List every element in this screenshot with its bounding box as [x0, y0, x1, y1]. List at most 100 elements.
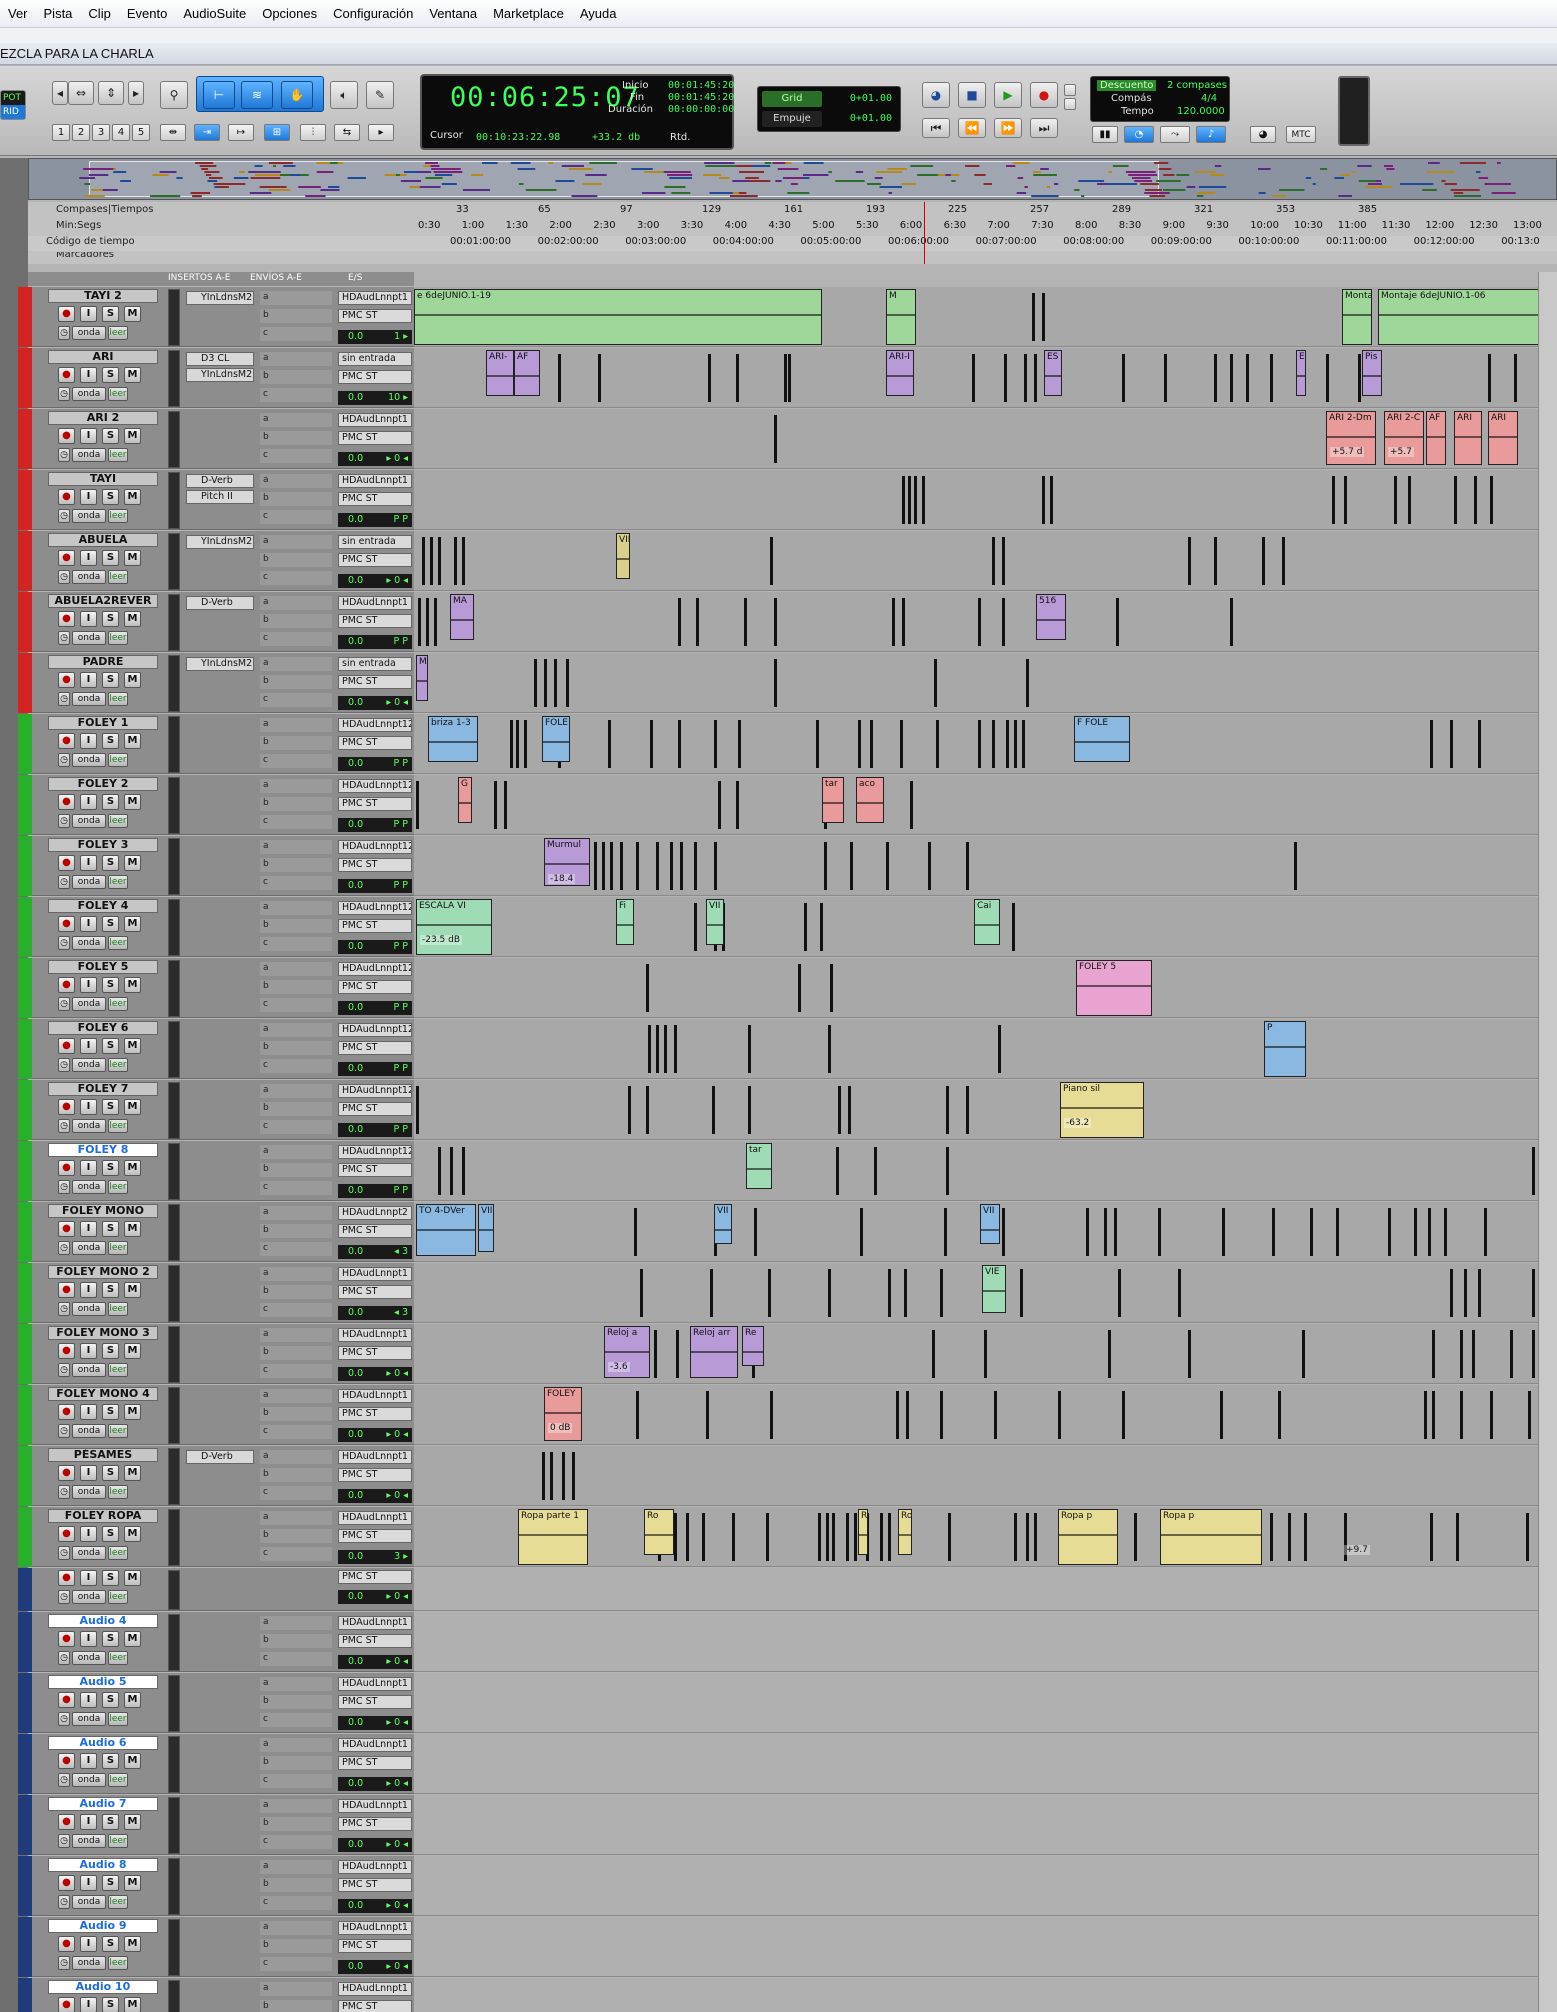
ffr-toggle[interactable] [1064, 98, 1076, 110]
solo-button[interactable]: S [102, 1997, 119, 2012]
clip-edge-mark[interactable] [462, 537, 465, 585]
record-arm-button[interactable]: ● [58, 1936, 75, 1952]
track-view-selector[interactable]: onda [72, 1302, 106, 1316]
track-lane[interactable] [414, 1446, 1557, 1506]
audio-clip[interactable]: VII [706, 899, 724, 945]
volume-pan-readout[interactable]: 0.0 ▸ 0 ◂ [338, 1899, 412, 1913]
track-name[interactable]: Audio 4 [48, 1614, 158, 1628]
clip-edge-mark[interactable] [1134, 1513, 1137, 1561]
timebase-icon[interactable]: ◷ [58, 1485, 70, 1499]
output-selector[interactable]: PMC ST [338, 736, 412, 750]
clip-edge-mark[interactable] [1086, 1208, 1089, 1256]
clip-edge-mark[interactable] [824, 842, 827, 890]
solo-button[interactable]: S [102, 855, 119, 871]
audio-clip[interactable]: tar [822, 777, 844, 823]
track-name[interactable]: FOLEY MONO 2 [48, 1265, 158, 1279]
clip-edge-mark[interactable] [1432, 1391, 1435, 1439]
track-name[interactable]: FOLEY MONO 3 [48, 1326, 158, 1340]
nudge-value[interactable]: 0+01.00 [850, 113, 892, 124]
automation-mode-selector[interactable]: leer [108, 936, 128, 950]
clip-edge-mark[interactable] [858, 720, 861, 768]
clip-edge-mark[interactable] [1514, 354, 1517, 402]
fast-forward-button[interactable]: ⏩ [994, 118, 1022, 138]
pan-value[interactable]: ▸ 0 ◂ [386, 1838, 408, 1852]
clip-edge-mark[interactable] [558, 354, 561, 402]
automation-mode-selector[interactable]: leer [108, 570, 128, 584]
audio-clip[interactable]: Piano sil [1060, 1082, 1144, 1138]
mute-button[interactable]: M [124, 794, 141, 810]
input-selector[interactable]: sin entrada [338, 535, 412, 549]
record-arm-button[interactable]: ● [58, 550, 75, 566]
pan-value[interactable]: ▸ 0 ◂ [386, 1960, 408, 1974]
output-selector[interactable]: PMC ST [338, 1939, 412, 1953]
input-selector[interactable]: HDAudLnnpt1 [338, 1511, 412, 1525]
solo-button[interactable]: S [102, 1404, 119, 1420]
track-lane[interactable]: M [414, 653, 1557, 713]
send-slot[interactable]: b [260, 1285, 332, 1299]
clip-gain-label[interactable]: +5.7 [1388, 447, 1414, 457]
send-slot[interactable]: b [260, 858, 332, 872]
automation-mode-selector[interactable]: leer [108, 1180, 128, 1194]
zoom-preset-3[interactable]: 3 [92, 124, 110, 141]
pan-value[interactable]: ▸ 0 ◂ [386, 1655, 408, 1669]
timebase-icon[interactable]: ◷ [58, 631, 70, 645]
input-selector[interactable]: sin entrada [338, 352, 412, 366]
grid-mode-icon[interactable]: ⊞ [264, 124, 290, 141]
bars-ruler[interactable]: Compases|Tiempos 33 65 97 129 161 193 225 257 28… [28, 204, 1557, 219]
record-arm-button[interactable]: ● [58, 1997, 75, 2012]
clip-edge-mark[interactable] [736, 354, 739, 402]
input-selector[interactable]: HDAudLnnpt12 [338, 1145, 412, 1159]
input-selector[interactable]: HDAudLnnpt1 [338, 1738, 412, 1752]
clip-edge-mark[interactable] [1388, 1208, 1391, 1256]
go-to-end-button[interactable]: ⏭ [1030, 118, 1058, 138]
audio-clip[interactable]: VIE [982, 1265, 1006, 1313]
midi-merge-icon[interactable]: ⤳ [1160, 126, 1190, 143]
track-lane[interactable]: ESCALA VI Fi VII Cai -23.5 dB [414, 897, 1557, 957]
track-lane[interactable] [414, 1568, 1557, 1611]
send-slot[interactable]: c [260, 1242, 332, 1256]
volume-pan-readout[interactable]: 0.0 ▸ 0 ◂ [338, 1838, 412, 1852]
mute-button[interactable]: M [124, 1404, 141, 1420]
track-view-selector[interactable]: onda [72, 448, 106, 462]
track-name[interactable]: PÉSAMES [48, 1448, 158, 1462]
insert-slot[interactable]: D-Verb [186, 1450, 254, 1464]
send-slot[interactable]: b [260, 1041, 332, 1055]
timebase-icon[interactable]: ◷ [58, 448, 70, 462]
clip-edge-mark[interactable] [1532, 1269, 1535, 1317]
send-slot[interactable]: a [260, 962, 332, 976]
timebase-icon[interactable]: ◷ [58, 692, 70, 706]
menu-item-opciones[interactable]: Opciones [254, 6, 325, 21]
mute-button[interactable]: M [124, 1631, 141, 1647]
clip-edge-mark[interactable] [1034, 354, 1037, 402]
track-name[interactable]: FOLEY 2 [48, 777, 158, 791]
input-monitor-button[interactable]: I [80, 611, 97, 627]
input-selector[interactable]: HDAudLnnpt1 [338, 1450, 412, 1464]
clip-edge-mark[interactable] [1358, 354, 1361, 402]
output-selector[interactable]: PMC ST [338, 553, 412, 567]
clip-edge-mark[interactable] [504, 781, 507, 829]
automation-mode-selector[interactable]: leer [108, 753, 128, 767]
mute-button[interactable]: M [124, 672, 141, 688]
clip-edge-mark[interactable] [418, 598, 421, 646]
volume-pan-readout[interactable]: 0.0 ▸ 0 ◂ [338, 1590, 412, 1604]
clip-edge-mark[interactable] [1472, 1330, 1475, 1378]
send-slot[interactable]: b [260, 736, 332, 750]
input-selector[interactable]: HDAudLnnpt1 [338, 474, 412, 488]
clip-edge-mark[interactable] [1122, 354, 1125, 402]
timebase-icon[interactable]: ◷ [58, 1651, 70, 1665]
input-monitor-button[interactable]: I [80, 1631, 97, 1647]
clip-edge-mark[interactable] [1278, 1391, 1281, 1439]
zoom-preset-5[interactable]: 5 [132, 124, 150, 141]
input-selector[interactable]: HDAudLnnpt2 [338, 1206, 412, 1220]
clip-edge-mark[interactable] [714, 842, 717, 890]
track-view-selector[interactable]: onda [72, 1241, 106, 1255]
track-view-selector[interactable]: onda [72, 1424, 106, 1438]
clip-edge-mark[interactable] [774, 415, 777, 463]
send-slot[interactable]: b [260, 675, 332, 689]
automation-mode-selector[interactable]: leer [108, 1485, 128, 1499]
mute-button[interactable]: M [124, 1997, 141, 2012]
input-monitor-button[interactable]: I [80, 489, 97, 505]
clip-edge-mark[interactable] [1310, 1208, 1313, 1256]
mute-button[interactable]: M [124, 977, 141, 993]
mute-button[interactable]: M [124, 855, 141, 871]
